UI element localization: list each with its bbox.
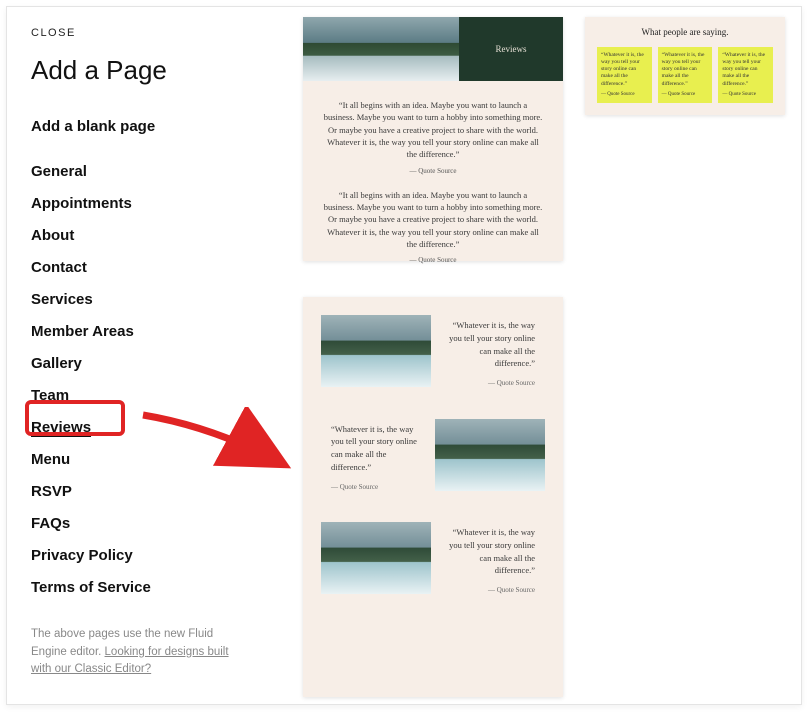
template-3-row-3-attr: — Quote Source [441, 585, 535, 596]
template-2-col-3: “Whatever it is, the way you tell your s… [718, 47, 773, 103]
template-gallery: Reviews “It all begins with an idea. May… [303, 17, 793, 697]
category-general[interactable]: General [31, 155, 263, 187]
category-about[interactable]: About [31, 219, 263, 251]
category-faqs[interactable]: FAQs [31, 507, 263, 539]
template-1-quote-2: “It all begins with an idea. Maybe you w… [323, 189, 543, 251]
template-1-attr-1: — Quote Source [323, 167, 543, 175]
template-2-col-1-quote: “Whatever it is, the way you tell your s… [601, 52, 648, 88]
category-terms-of-service[interactable]: Terms of Service [31, 571, 263, 603]
category-reviews[interactable]: Reviews [31, 411, 263, 443]
category-team[interactable]: Team [31, 379, 263, 411]
template-1-quote-1: “It all begins with an idea. Maybe you w… [323, 99, 543, 161]
footnote: The above pages use the new Fluid Engine… [31, 626, 251, 678]
category-list: General Appointments About Contact Servi… [31, 155, 263, 603]
category-contact[interactable]: Contact [31, 251, 263, 283]
template-1-hero: Reviews [303, 17, 563, 81]
template-3-row-2: “Whatever it is, the way you tell your s… [321, 419, 545, 497]
template-2-col-2-quote: “Whatever it is, the way you tell your s… [662, 52, 709, 88]
template-3-row-3-quote: “Whatever it is, the way you tell your s… [441, 526, 535, 577]
template-card-2[interactable]: What people are saying. “Whatever it is,… [585, 17, 785, 115]
template-3-row-3: “Whatever it is, the way you tell your s… [321, 522, 545, 600]
category-rsvp[interactable]: RSVP [31, 475, 263, 507]
template-3-row-3-image [321, 522, 431, 594]
template-2-col-3-attr: — Quote Source [722, 92, 769, 99]
template-2-col-2: “Whatever it is, the way you tell your s… [658, 47, 713, 103]
page-title: Add a Page [31, 55, 263, 86]
template-3-row-1-attr: — Quote Source [441, 378, 535, 389]
template-2-col-1-attr: — Quote Source [601, 92, 648, 99]
template-1-body: “It all begins with an idea. Maybe you w… [303, 81, 563, 282]
sidebar: CLOSE Add a Page Add a blank page Genera… [7, 7, 287, 704]
template-card-3[interactable]: “Whatever it is, the way you tell your s… [303, 297, 563, 697]
template-2-col-2-attr: — Quote Source [662, 92, 709, 99]
add-page-panel: CLOSE Add a Page Add a blank page Genera… [6, 6, 802, 705]
add-blank-page-link[interactable]: Add a blank page [31, 118, 263, 135]
template-3-row-2-image [435, 419, 545, 491]
template-1-hero-label: Reviews [459, 17, 563, 81]
template-2-col-3-quote: “Whatever it is, the way you tell your s… [722, 52, 769, 88]
template-2-columns: “Whatever it is, the way you tell your s… [597, 47, 773, 103]
close-button[interactable]: CLOSE [31, 27, 263, 39]
template-3-row-1-quote: “Whatever it is, the way you tell your s… [441, 319, 535, 370]
category-services[interactable]: Services [31, 283, 263, 315]
template-3-row-2-quote: “Whatever it is, the way you tell your s… [331, 423, 425, 474]
category-member-areas[interactable]: Member Areas [31, 315, 263, 347]
template-2-heading: What people are saying. [597, 27, 773, 37]
category-menu[interactable]: Menu [31, 443, 263, 475]
category-appointments[interactable]: Appointments [31, 187, 263, 219]
template-2-col-1: “Whatever it is, the way you tell your s… [597, 47, 652, 103]
category-gallery[interactable]: Gallery [31, 347, 263, 379]
template-card-1[interactable]: Reviews “It all begins with an idea. May… [303, 17, 563, 261]
template-1-hero-image [303, 17, 459, 81]
template-3-row-1-image [321, 315, 431, 387]
template-1-attr-2: — Quote Source [323, 256, 543, 264]
template-3-row-2-attr: — Quote Source [331, 482, 425, 493]
template-3-row-1: “Whatever it is, the way you tell your s… [321, 315, 545, 393]
category-privacy-policy[interactable]: Privacy Policy [31, 539, 263, 571]
